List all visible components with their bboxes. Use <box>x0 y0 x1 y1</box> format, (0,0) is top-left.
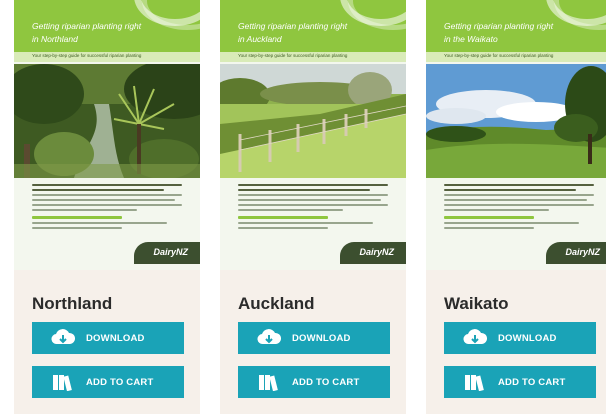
brochure-cover[interactable]: Getting riparian planting right in the W… <box>426 0 606 270</box>
cover-subtitle: Your step-by-step guide for successful r… <box>32 53 142 58</box>
cover-title: Getting riparian planting right in Auckl… <box>238 20 388 46</box>
cover-subtitle: Your step-by-step guide for successful r… <box>444 53 554 58</box>
cover-body-text <box>32 184 182 232</box>
cover-subtitle: Your step-by-step guide for successful r… <box>238 53 348 58</box>
add-to-cart-button[interactable]: ADD TO CART <box>444 366 596 398</box>
dairynz-logo: DairyNZ <box>359 247 394 257</box>
region-title: Waikato <box>444 294 509 313</box>
dairynz-logo: DairyNZ <box>565 247 600 257</box>
books-icon <box>50 372 76 392</box>
brochure-card-auckland: Getting riparian planting right in Auckl… <box>220 0 406 414</box>
region-title: Auckland <box>238 294 315 313</box>
cover-photo-pasture <box>426 64 606 178</box>
cover-title-line1: Getting riparian planting right <box>444 21 554 31</box>
brochure-cover[interactable]: Getting riparian planting right in North… <box>14 0 200 270</box>
download-button[interactable]: DOWNLOAD <box>238 322 390 354</box>
download-icon <box>50 328 76 348</box>
download-label: DOWNLOAD <box>86 332 145 344</box>
cover-title-line2: in the Waikato <box>444 34 498 44</box>
cover-photo-stream <box>14 64 200 178</box>
download-label: DOWNLOAD <box>292 332 351 344</box>
books-icon <box>256 372 282 392</box>
download-button[interactable]: DOWNLOAD <box>444 322 596 354</box>
download-label: DOWNLOAD <box>498 332 557 344</box>
add-to-cart-label: ADD TO CART <box>292 376 360 388</box>
brochure-card-northland: Getting riparian planting right in North… <box>14 0 200 414</box>
download-button[interactable]: DOWNLOAD <box>32 322 184 354</box>
dairynz-logo: DairyNZ <box>153 247 188 257</box>
books-icon <box>462 372 488 392</box>
add-to-cart-button[interactable]: ADD TO CART <box>238 366 390 398</box>
cover-title-line1: Getting riparian planting right <box>238 21 348 31</box>
cover-title-line2: in Northland <box>32 34 78 44</box>
cover-body-text <box>444 184 594 232</box>
cover-title-line2: in Auckland <box>238 34 282 44</box>
cover-title-line1: Getting riparian planting right <box>32 21 142 31</box>
cover-photo-fence <box>220 64 406 178</box>
brochure-card-waikato: Getting riparian planting right in the W… <box>426 0 606 414</box>
download-icon <box>462 328 488 348</box>
add-to-cart-label: ADD TO CART <box>86 376 154 388</box>
region-title: Northland <box>32 294 113 313</box>
add-to-cart-label: ADD TO CART <box>498 376 566 388</box>
brochure-grid: Getting riparian planting right in North… <box>0 0 606 414</box>
cover-body-text <box>238 184 388 232</box>
cover-title: Getting riparian planting right in North… <box>32 20 182 46</box>
cover-title: Getting riparian planting right in the W… <box>444 20 594 46</box>
brochure-cover[interactable]: Getting riparian planting right in Auckl… <box>220 0 406 270</box>
add-to-cart-button[interactable]: ADD TO CART <box>32 366 184 398</box>
download-icon <box>256 328 282 348</box>
